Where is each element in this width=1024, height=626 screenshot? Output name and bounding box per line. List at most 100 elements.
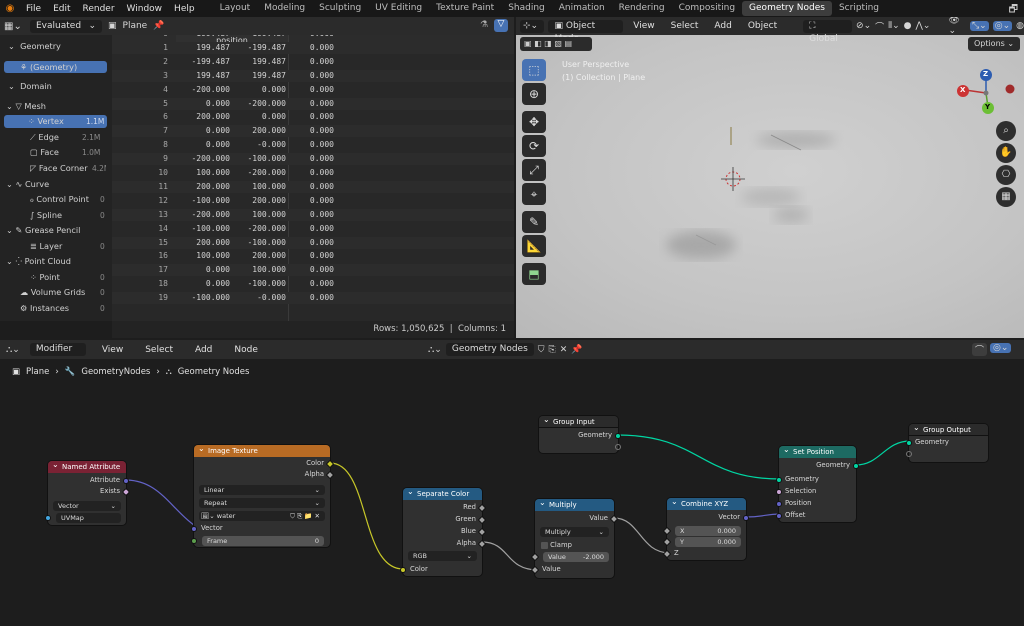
x-field[interactable]: X 0.000 bbox=[675, 526, 741, 536]
evaluation-mode-dropdown[interactable]: Evaluated ⌄ bbox=[30, 19, 102, 33]
tree-curve[interactable]: ⌄ ∿ Curve bbox=[6, 177, 49, 192]
geometry-item[interactable]: ⚘ (Geometry) bbox=[4, 61, 107, 73]
pan-button[interactable]: ✋ bbox=[996, 143, 1016, 163]
socket-geometry-out[interactable] bbox=[853, 463, 859, 469]
3d-viewport[interactable]: ⊹⌄ ▣ Object Mode View Select Add Object … bbox=[516, 17, 1024, 338]
menu-render[interactable]: Render bbox=[77, 4, 121, 14]
node-tree-selector[interactable]: ⛬⌄ Geometry Nodes ⛉ ⎘ ✕ 📌 bbox=[428, 343, 583, 356]
tree-point[interactable]: ⁘ Point 0 bbox=[30, 270, 106, 285]
ne-menu-add[interactable]: Add bbox=[189, 345, 218, 355]
tree-face-corner[interactable]: ◸ Face Corner 4.2M bbox=[30, 161, 106, 176]
tab-modeling[interactable]: Modeling bbox=[257, 1, 312, 16]
node-group-output[interactable]: Group Output Geometry bbox=[906, 422, 988, 462]
duplicate-icon[interactable]: ⎘ bbox=[549, 345, 556, 355]
node-set-position[interactable]: Set Position Geometry Geometry Selection… bbox=[776, 444, 859, 522]
menu-file[interactable]: File bbox=[20, 4, 47, 14]
node-group-input[interactable]: Group Input Geometry bbox=[539, 414, 621, 453]
node-header[interactable]: Group Input bbox=[539, 414, 618, 428]
node-editor-type-icon[interactable]: ⛬⌄ bbox=[6, 345, 20, 355]
tab-texture-paint[interactable]: Texture Paint bbox=[429, 1, 501, 16]
spreadsheet-table[interactable]: position 0-199.487-199.4870.0001199.487-… bbox=[112, 35, 514, 321]
tab-uv-editing[interactable]: UV Editing bbox=[368, 1, 429, 16]
node-header[interactable]: Set Position bbox=[779, 444, 856, 458]
socket-frame-in[interactable] bbox=[191, 538, 197, 544]
editor-type-icon[interactable]: ▦⌄ bbox=[4, 21, 24, 32]
color-mode-dropdown[interactable]: RGB ⌄ bbox=[408, 551, 477, 561]
frame-field[interactable]: Frame 0 bbox=[202, 536, 324, 546]
tree-grease-pencil[interactable]: ⌄ ✎ Grease Pencil bbox=[6, 223, 80, 238]
interpolation-dropdown[interactable]: Linear ⌄ bbox=[199, 485, 325, 495]
socket-vector-in[interactable] bbox=[191, 526, 197, 532]
image-actions-icon[interactable]: ⛉ ⎘ 📁 ✕ bbox=[290, 511, 320, 521]
socket-name-in[interactable] bbox=[45, 515, 51, 521]
node-tree-name[interactable]: Geometry Nodes bbox=[445, 343, 534, 356]
socket-geometry-in[interactable] bbox=[776, 477, 782, 483]
socket-attribute-out[interactable] bbox=[123, 478, 129, 484]
navigation-gizmo[interactable] bbox=[516, 17, 1024, 338]
tree-layer[interactable]: ≣ Layer 0 bbox=[30, 239, 106, 254]
node-header[interactable]: Group Output bbox=[909, 422, 988, 436]
ne-menu-node[interactable]: Node bbox=[228, 345, 264, 355]
zoom-button[interactable]: ⌕ bbox=[996, 121, 1016, 141]
value-field[interactable]: Value -2.000 bbox=[543, 552, 609, 562]
tree-control-point[interactable]: ℴ Control Point 0 bbox=[30, 192, 106, 207]
socket-geometry-out[interactable] bbox=[615, 433, 621, 439]
overlay-node-icon[interactable]: ◎⌄ bbox=[990, 343, 1012, 353]
ne-menu-select[interactable]: Select bbox=[139, 345, 179, 355]
node-combine-xyz[interactable]: Combine XYZ Vector X 0.000 Y 0.000 Z bbox=[662, 496, 749, 560]
tab-geometry-nodes[interactable]: Geometry Nodes bbox=[742, 1, 832, 16]
node-multiply[interactable]: Multiply Value Multiply⌄ Clamp Value -2.0… bbox=[530, 497, 619, 578]
node-named-attribute[interactable]: Named Attribute Attribute Exists Vector⌄… bbox=[45, 459, 131, 525]
tab-shading[interactable]: Shading bbox=[501, 1, 552, 16]
ne-menu-view[interactable]: View bbox=[96, 345, 129, 355]
node-header[interactable]: Image Texture bbox=[194, 443, 330, 457]
tree-volume-grids[interactable]: ☁ Volume Grids 0 bbox=[20, 285, 106, 300]
node-header[interactable]: Separate Color bbox=[403, 486, 482, 500]
tree-mesh[interactable]: ⌄ ▽ Mesh bbox=[6, 99, 46, 114]
operation-dropdown[interactable]: Multiply ⌄ bbox=[540, 527, 609, 537]
pin-node-tree-icon[interactable]: 📌 bbox=[571, 345, 582, 355]
pin-icon[interactable]: 📌 bbox=[153, 21, 164, 31]
tab-scripting[interactable]: Scripting bbox=[832, 1, 886, 16]
socket-empty-in[interactable] bbox=[906, 451, 912, 457]
y-field[interactable]: Y 0.000 bbox=[675, 537, 741, 547]
node-header[interactable]: Combine XYZ bbox=[667, 496, 746, 510]
tab-layout[interactable]: Layout bbox=[213, 1, 258, 16]
data-type-dropdown[interactable]: Vector ⌄ bbox=[53, 501, 121, 511]
clamp-checkbox[interactable]: Clamp bbox=[541, 541, 572, 549]
socket-empty-out[interactable] bbox=[615, 444, 621, 450]
tab-rendering[interactable]: Rendering bbox=[612, 1, 672, 16]
tree-instances[interactable]: ⚙ Instances 0 bbox=[20, 301, 106, 316]
node-separate-color[interactable]: Separate Color Red Green Blue Alpha RGB⌄… bbox=[400, 486, 487, 576]
socket-position-in[interactable] bbox=[776, 501, 782, 507]
image-selector[interactable]: 🖼⌄ water ⛉ ⎘ 📁 ✕ bbox=[199, 511, 325, 521]
camera-button[interactable]: ⎔ bbox=[996, 165, 1016, 185]
ortho-toggle-button[interactable]: ▦ bbox=[996, 187, 1016, 207]
domain-section[interactable]: ⌄ Domain bbox=[8, 79, 52, 94]
fake-user-icon[interactable]: ⛉ bbox=[538, 345, 545, 355]
node-header[interactable]: Named Attribute bbox=[48, 459, 126, 473]
tree-edge[interactable]: ⟋ Edge 2.1M bbox=[30, 130, 106, 145]
filter-toggle-icon[interactable]: ▽ bbox=[494, 19, 508, 32]
menu-window[interactable]: Window bbox=[121, 4, 169, 14]
filter-icon[interactable]: ⚗ bbox=[480, 20, 488, 30]
node-canvas[interactable]: ▣ Plane › 🔧 GeometryNodes › ⛬ Geometry N… bbox=[0, 359, 1024, 626]
editor-context-dropdown[interactable]: Modifier ⌄ bbox=[29, 343, 86, 367]
snap-node-icon[interactable]: ⌒ bbox=[972, 343, 988, 356]
tab-sculpting[interactable]: Sculpting bbox=[312, 1, 368, 16]
menu-edit[interactable]: Edit bbox=[47, 4, 76, 14]
socket-selection-in[interactable] bbox=[776, 489, 782, 495]
tree-vertex[interactable]: ⁘ Vertex 1.1M bbox=[4, 115, 107, 128]
socket-geometry-in[interactable] bbox=[906, 440, 912, 446]
extension-dropdown[interactable]: Repeat ⌄ bbox=[199, 498, 325, 508]
tree-spline[interactable]: ∫ Spline 0 bbox=[30, 208, 106, 223]
socket-vector-out[interactable] bbox=[743, 515, 749, 521]
close-icon[interactable]: ✕ bbox=[560, 345, 568, 355]
geometry-section[interactable]: ⌄ Geometry bbox=[8, 39, 61, 54]
blender-logo-icon[interactable]: ◉ bbox=[0, 3, 20, 14]
tree-face[interactable]: ▢ Face 1.0M bbox=[30, 145, 106, 160]
node-image-texture[interactable]: Image Texture Color Alpha Linear⌄ Repeat… bbox=[191, 443, 335, 547]
tree-point-cloud[interactable]: ⌄ ⁛ Point Cloud bbox=[6, 254, 71, 269]
tab-animation[interactable]: Animation bbox=[552, 1, 612, 16]
socket-offset-in[interactable] bbox=[776, 513, 782, 519]
